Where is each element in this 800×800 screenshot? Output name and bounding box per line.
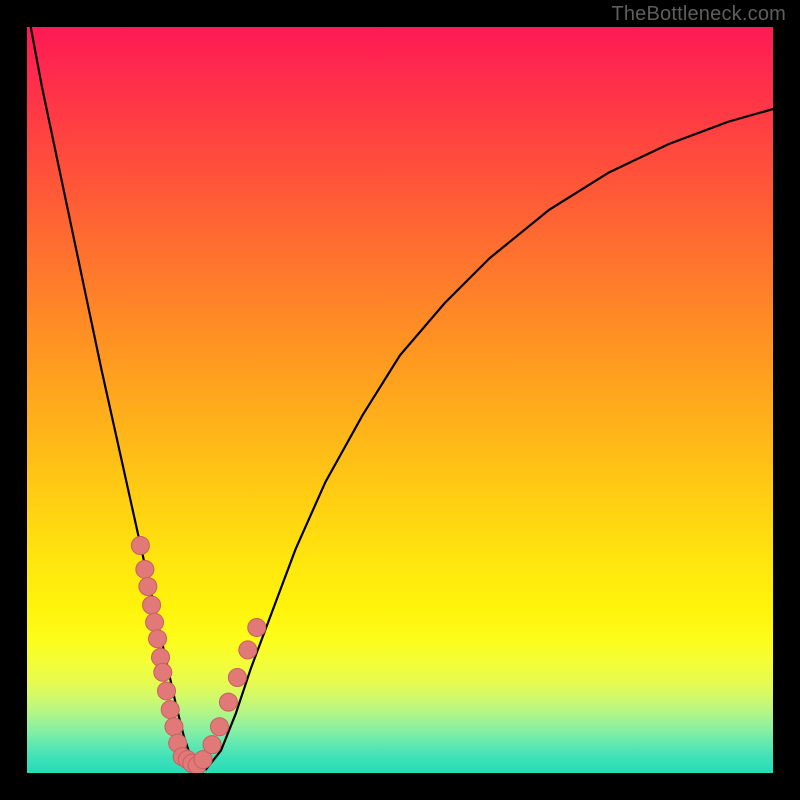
data-point [203,736,221,754]
data-point [165,718,183,736]
data-point [154,663,172,681]
bottleneck-curve [31,27,773,769]
data-point [210,718,228,736]
data-point [248,619,266,637]
data-point [146,613,164,631]
watermark-text: TheBottleneck.com [611,3,786,26]
data-markers [131,536,265,773]
data-point [131,536,149,554]
data-point [136,560,154,578]
plot-area [27,27,773,773]
data-point [161,701,179,719]
data-point [139,578,157,596]
data-point [143,596,161,614]
data-point [228,669,246,687]
data-point [239,641,257,659]
data-point [158,682,176,700]
data-point [219,693,237,711]
data-point [149,630,167,648]
plot-svg [27,27,773,773]
